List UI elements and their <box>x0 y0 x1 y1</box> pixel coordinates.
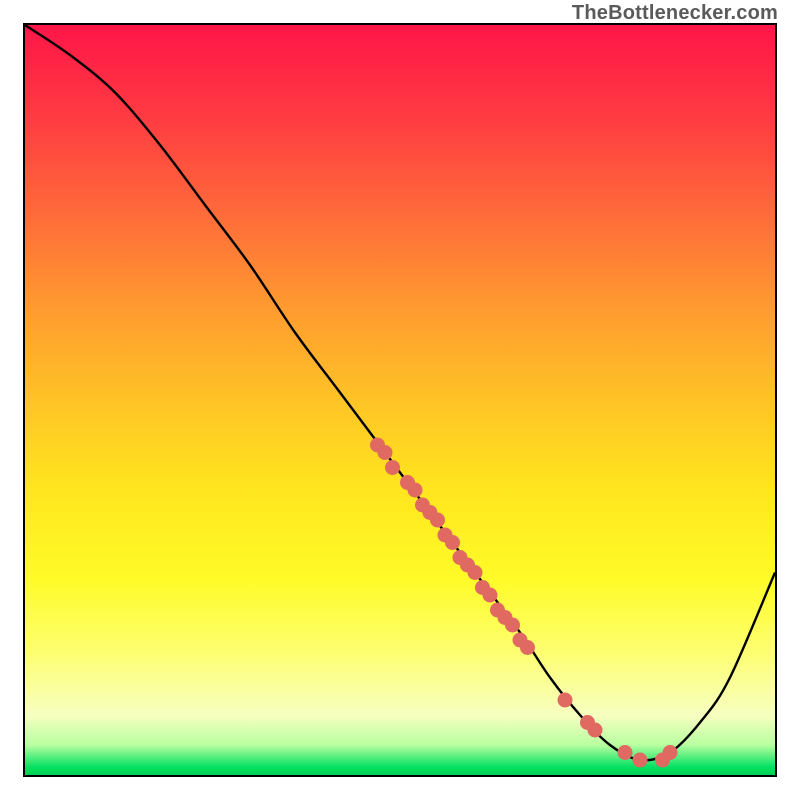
data-point <box>520 640 535 655</box>
attribution-label: TheBottlenecker.com <box>572 2 778 25</box>
bottleneck-curve <box>25 25 775 760</box>
data-point <box>385 460 400 475</box>
scatter-group <box>370 438 678 768</box>
plot-area <box>23 23 777 777</box>
data-point <box>483 588 498 603</box>
chart-container: TheBottlenecker.com <box>0 0 800 800</box>
data-point <box>618 745 633 760</box>
data-point <box>445 535 460 550</box>
data-point <box>588 723 603 738</box>
data-point <box>633 753 648 768</box>
data-point <box>408 483 423 498</box>
data-point <box>430 513 445 528</box>
data-point <box>505 618 520 633</box>
data-point <box>558 693 573 708</box>
chart-svg <box>25 25 775 775</box>
data-point <box>468 565 483 580</box>
data-point <box>378 445 393 460</box>
data-point <box>663 745 678 760</box>
